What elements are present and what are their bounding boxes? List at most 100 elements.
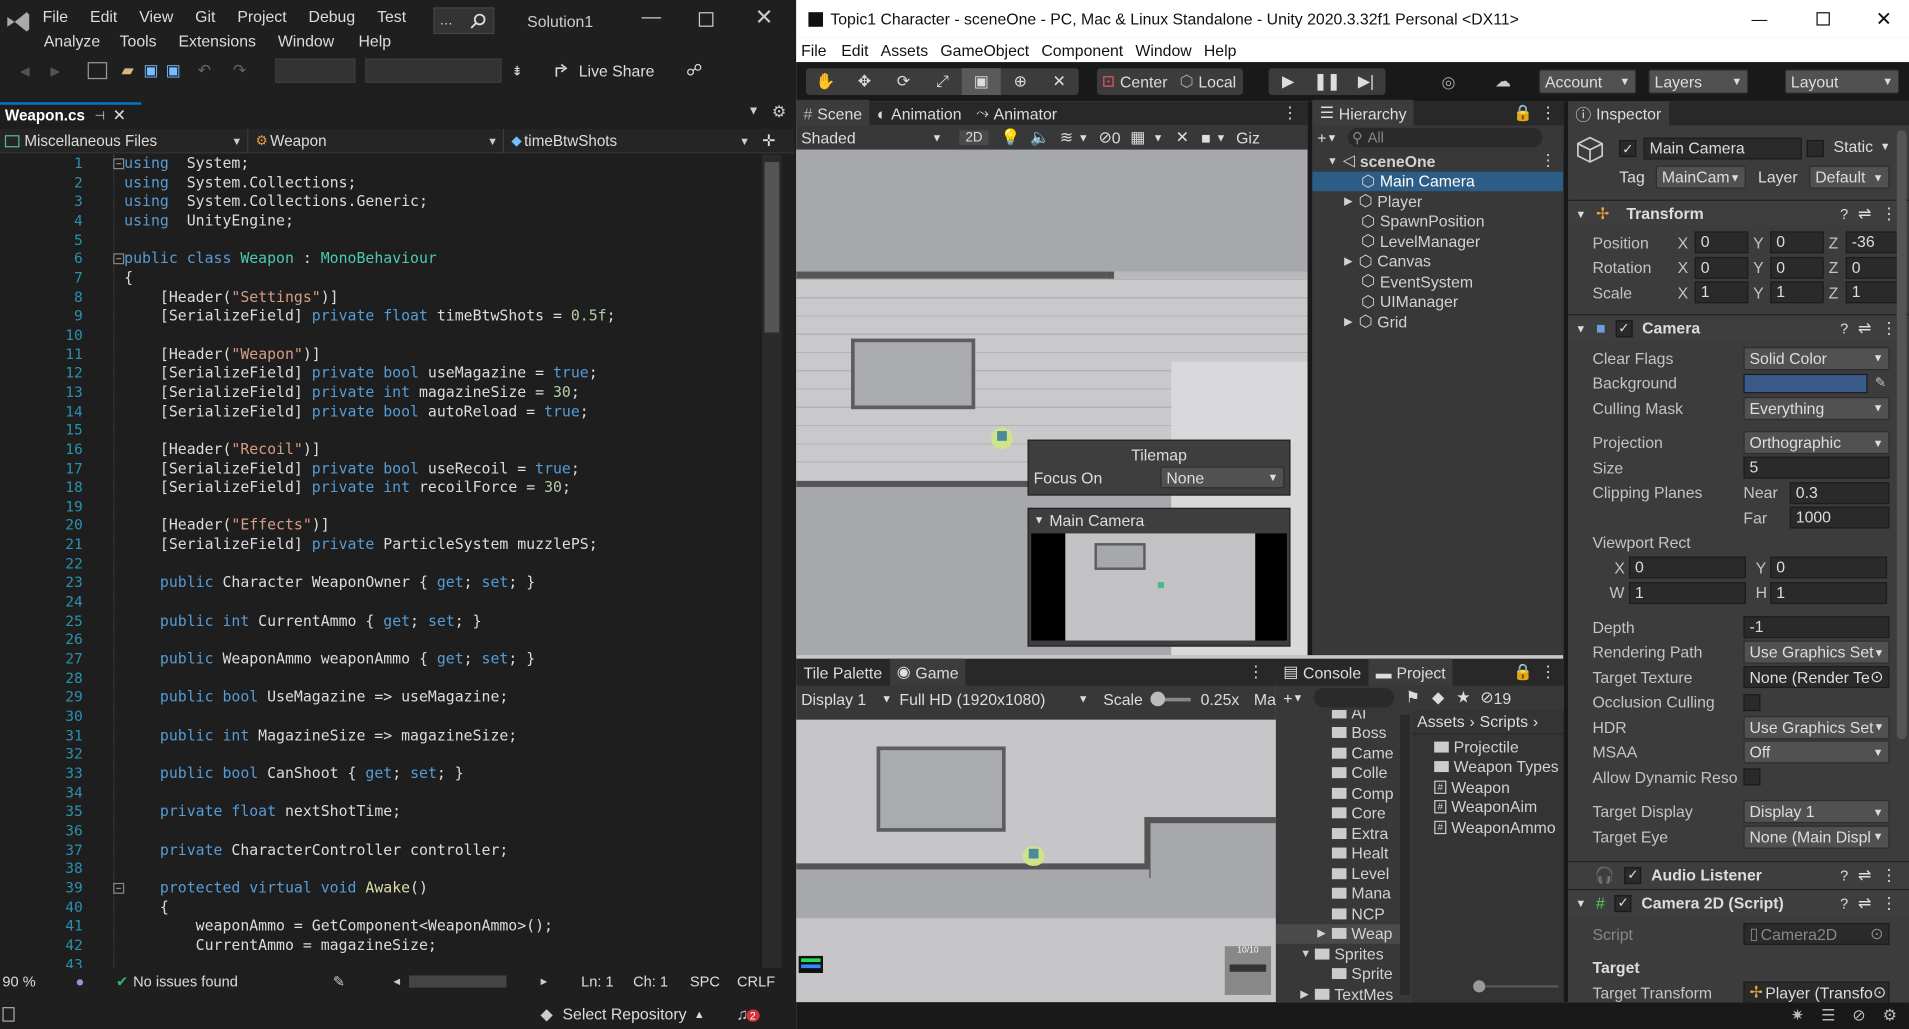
- play-button-icon[interactable]: ▶: [1269, 72, 1308, 91]
- transform-y-field[interactable]: 0: [1770, 231, 1824, 254]
- vp-w-field[interactable]: 1: [1628, 581, 1746, 604]
- project-folder[interactable]: Comp: [1276, 783, 1407, 803]
- depth-field[interactable]: -1: [1743, 616, 1890, 639]
- target-display-dropdown[interactable]: Display 1 ▼: [1743, 800, 1890, 824]
- scroll-left-icon[interactable]: ◄: [391, 975, 402, 987]
- favorite-icon[interactable]: ★: [1456, 688, 1470, 707]
- crumb-scripts[interactable]: Scripts: [1480, 712, 1528, 730]
- menu-window[interactable]: Window: [266, 31, 347, 49]
- step-icon[interactable]: ⇟: [512, 63, 523, 79]
- scene-menu-icon[interactable]: ⋮: [1540, 151, 1556, 170]
- cloud-icon[interactable]: ☁: [1495, 72, 1511, 91]
- menu-assets[interactable]: Assets: [881, 41, 929, 59]
- visibility-icon[interactable]: ⊘: [1098, 128, 1111, 147]
- issues-status[interactable]: No issues found: [133, 973, 238, 990]
- object-picker-icon[interactable]: ⊙: [1873, 983, 1886, 1002]
- size-field[interactable]: 5: [1743, 456, 1890, 479]
- lock-icon[interactable]: 🔒: [1513, 104, 1533, 123]
- transform-z-field[interactable]: 1: [1845, 281, 1900, 304]
- vp-x-field[interactable]: 0: [1628, 556, 1746, 579]
- tab-scene[interactable]: # Scene: [796, 99, 870, 127]
- rendering-path-dropdown[interactable]: Use Graphics Set ▼: [1743, 640, 1890, 664]
- scroll-right-icon[interactable]: ►: [539, 975, 550, 987]
- camera2d-header[interactable]: ▼ # ✓ Camera 2D (Script) ? ⇌ ⋮: [1568, 888, 1909, 916]
- split-icon[interactable]: ✛: [762, 131, 775, 150]
- config-dropdown[interactable]: [275, 58, 356, 83]
- slider-thumb[interactable]: [1150, 691, 1165, 706]
- help-icon[interactable]: ?: [1840, 205, 1848, 222]
- close-button[interactable]: ✕: [755, 5, 773, 31]
- settings-icon[interactable]: ⚙: [1883, 1006, 1897, 1025]
- preset-icon[interactable]: ⇌: [1858, 318, 1871, 337]
- background-color-swatch[interactable]: [1743, 373, 1868, 394]
- layout-dropdown[interactable]: Layout ▼: [1784, 69, 1900, 94]
- far-field[interactable]: 1000: [1789, 506, 1890, 529]
- menu-help[interactable]: Help: [346, 31, 403, 49]
- project-search[interactable]: [1313, 688, 1394, 708]
- audio-enabled-checkbox[interactable]: ✓: [1624, 866, 1642, 884]
- project-folder[interactable]: ▶ Weap: [1275, 923, 1408, 944]
- project-folder[interactable]: Came: [1276, 743, 1407, 763]
- menu-analyze[interactable]: Analyze: [37, 31, 108, 49]
- output-icon[interactable]: [2, 1006, 15, 1022]
- tab-inspector[interactable]: ⓘ Inspector: [1568, 101, 1669, 127]
- platform-dropdown[interactable]: [365, 58, 502, 83]
- project-folder[interactable]: Sprite: [1276, 964, 1407, 984]
- help-icon[interactable]: ?: [1840, 866, 1848, 883]
- tab-close-icon[interactable]: ✕: [113, 106, 126, 125]
- audio-listener-header[interactable]: 🎧 ✓ Audio Listener ? ⇌ ⋮: [1568, 860, 1909, 888]
- collapse-toggle-icon[interactable]: −: [113, 253, 125, 265]
- hdr-dropdown[interactable]: Use Graphics Set ▼: [1743, 715, 1890, 739]
- focus-dropdown[interactable]: None ▼: [1160, 466, 1285, 489]
- save-icon[interactable]: ▣: [143, 61, 158, 80]
- rect-tool-icon[interactable]: ▣: [961, 68, 1001, 95]
- tree-scrollbar[interactable]: [1400, 714, 1410, 995]
- project-folder[interactable]: Core: [1276, 803, 1407, 823]
- grid-icon[interactable]: ▦: [1130, 128, 1145, 147]
- msaa-dropdown[interactable]: Off ▼: [1743, 740, 1890, 764]
- move-tool-icon[interactable]: ✥: [845, 72, 884, 91]
- collapse-toggle-icon[interactable]: −: [113, 882, 125, 894]
- filter-type-icon[interactable]: ⚑: [1406, 688, 1420, 707]
- projection-dropdown[interactable]: Orthographic ▼: [1743, 431, 1890, 455]
- camera-header[interactable]: ▼ ■ ✓ Camera ? ⇌ ⋮: [1568, 314, 1909, 341]
- step-button-icon[interactable]: ▶|: [1347, 72, 1386, 91]
- panel-menu-icon[interactable]: ⋮: [1282, 104, 1298, 123]
- project-folder[interactable]: NCP: [1276, 904, 1407, 924]
- project-folder[interactable]: AI: [1276, 709, 1407, 723]
- hierarchy-search[interactable]: ⚲ All: [1347, 127, 1542, 148]
- target-eye-dropdown[interactable]: None (Main Displ ▼: [1743, 825, 1890, 849]
- toggle-2d[interactable]: 2D: [959, 130, 989, 145]
- menu-component[interactable]: Component: [1041, 41, 1123, 59]
- menu-file[interactable]: File: [32, 7, 79, 25]
- hand-tool-icon[interactable]: ✋: [806, 72, 845, 91]
- minimize-button[interactable]: —: [642, 7, 661, 29]
- camera-icon[interactable]: ■: [1201, 128, 1211, 146]
- layers-dropdown[interactable]: Layers ▼: [1648, 69, 1749, 94]
- tab-animation[interactable]: ◐ Animation: [869, 100, 968, 127]
- transform-z-field[interactable]: 0: [1845, 256, 1900, 279]
- vp-y-field[interactable]: 0: [1770, 556, 1888, 579]
- member-dropdown[interactable]: ◆ timeBtwShots ▼: [504, 128, 755, 152]
- layer-dropdown[interactable]: Default ▼: [1809, 165, 1890, 189]
- script-enabled-checkbox[interactable]: ✓: [1614, 894, 1632, 912]
- scale-slider[interactable]: [1150, 691, 1191, 706]
- vertical-scrollbar[interactable]: [762, 154, 782, 969]
- project-folder[interactable]: Colle: [1276, 763, 1407, 783]
- transform-tool-icon[interactable]: ⊕: [1001, 72, 1040, 91]
- tools-icon[interactable]: ✕: [1176, 128, 1189, 147]
- hierarchy-item-grid[interactable]: ▶ ⬡ Grid: [1312, 312, 1563, 332]
- preset-icon[interactable]: ⇌: [1858, 893, 1871, 912]
- menu-debug[interactable]: Debug: [298, 7, 367, 25]
- resolution-dropdown[interactable]: Full HD (1920x1080) ▼: [899, 690, 1088, 708]
- culling-mask-dropdown[interactable]: Everything ▼: [1743, 396, 1890, 420]
- icon-size-slider[interactable]: [1473, 980, 1559, 993]
- eyedropper-icon[interactable]: ✎: [1875, 375, 1886, 392]
- camera-enabled-checkbox[interactable]: ✓: [1615, 319, 1633, 337]
- transform-x-field[interactable]: 0: [1694, 256, 1749, 279]
- panel-menu-icon[interactable]: ⋮: [1540, 104, 1556, 123]
- hierarchy-item-levelmanager[interactable]: ⬡ LevelManager: [1312, 231, 1563, 251]
- back-icon[interactable]: ◄: [17, 61, 33, 79]
- preset-icon[interactable]: ⇌: [1858, 865, 1871, 884]
- display-dropdown[interactable]: Display 1 ▼: [801, 690, 892, 708]
